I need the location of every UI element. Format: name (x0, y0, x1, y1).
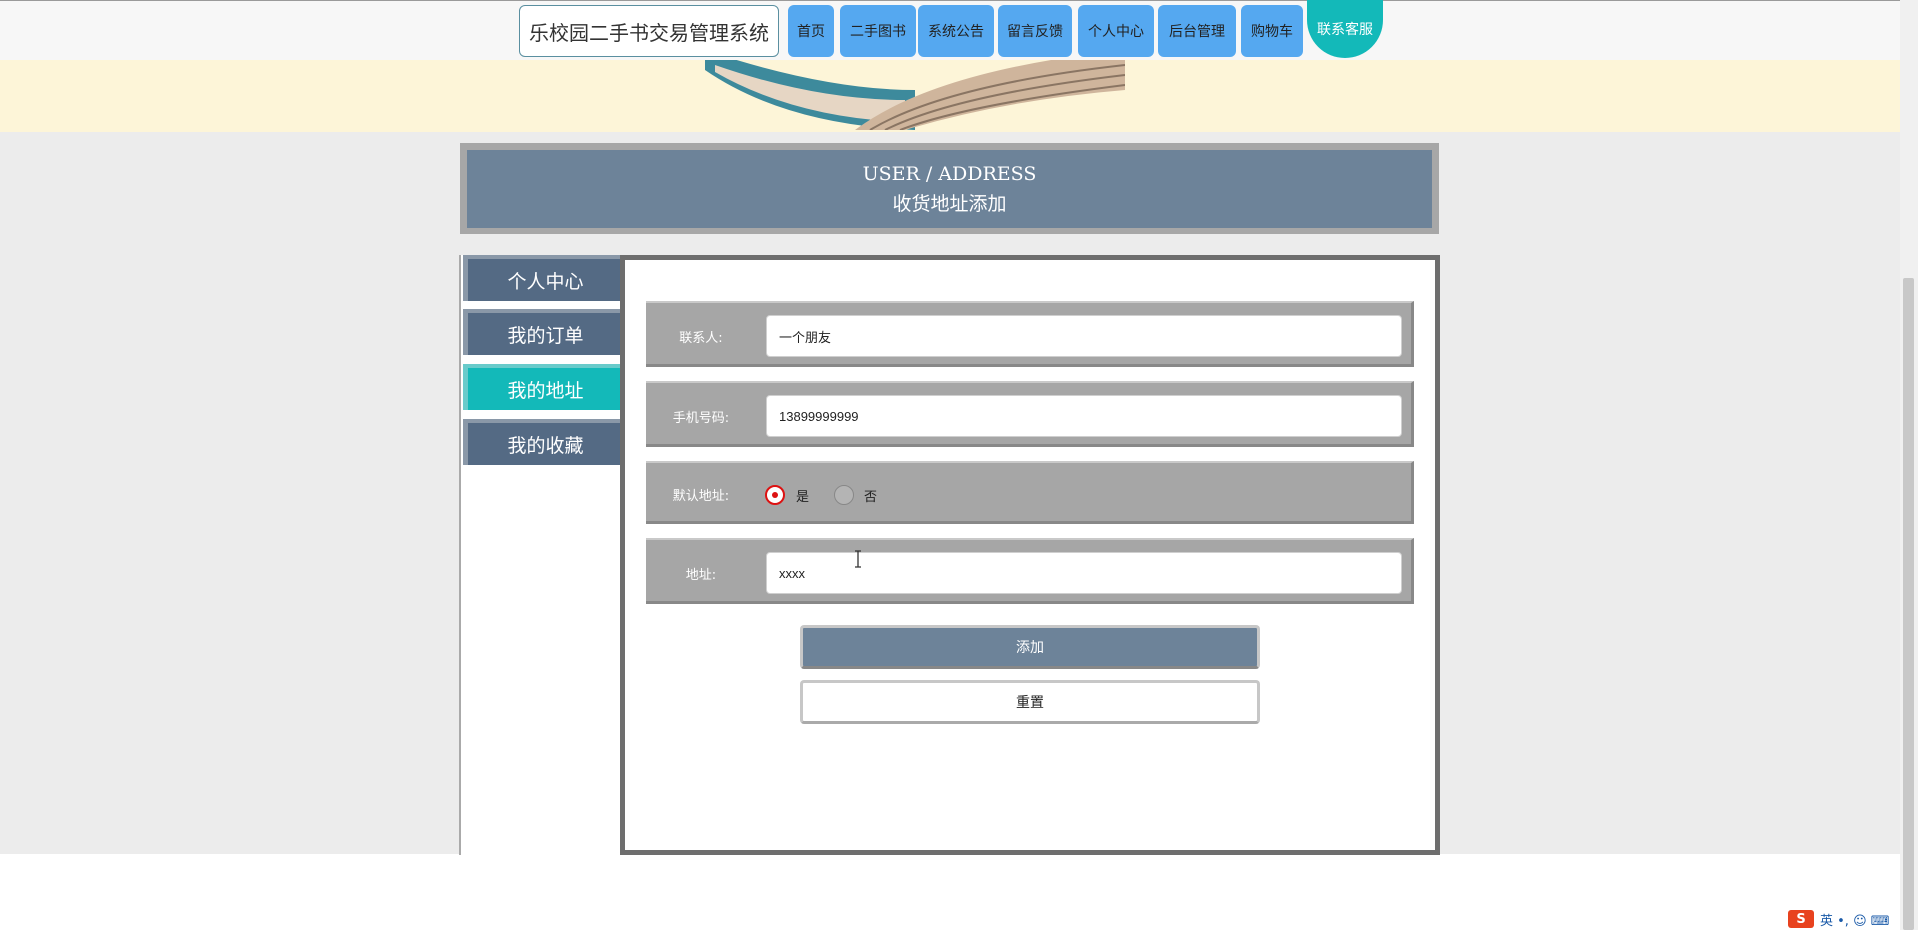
sidebar-item-orders[interactable]: 我的订单 (463, 309, 623, 355)
nav-admin[interactable]: 后台管理 (1158, 5, 1236, 57)
form-row-phone: 手机号码: 13899999999 (646, 381, 1414, 447)
sidebar: 个人中心 我的订单 我的地址 我的收藏 (459, 255, 623, 855)
nav-notice[interactable]: 系统公告 (918, 5, 994, 57)
radio-default-no[interactable] (834, 485, 854, 505)
nav-cart[interactable]: 购物车 (1241, 5, 1303, 57)
site-title: 乐校园二手书交易管理系统 (519, 5, 779, 57)
page-header: USER / ADDRESS 收货地址添加 (460, 143, 1439, 234)
scrollbar-thumb[interactable] (1903, 278, 1914, 930)
radio-yes-label: 是 (796, 490, 810, 505)
default-address-label: 默认地址: (672, 489, 730, 504)
reset-button[interactable]: 重置 (800, 680, 1260, 724)
page-header-en: USER / ADDRESS (862, 162, 1037, 185)
radio-default-yes[interactable] (765, 485, 785, 505)
sidebar-item-profile[interactable]: 个人中心 (463, 255, 623, 301)
contact-label: 联系人: (679, 331, 723, 346)
form-row-address: 地址: xxxx (646, 538, 1414, 604)
phone-input[interactable]: 13899999999 (766, 395, 1402, 437)
contact-input[interactable]: 一个朋友 (766, 315, 1402, 357)
radio-no-label: 否 (864, 490, 878, 505)
system-tray: S 英 •, ☺ ⌨ (1788, 908, 1890, 930)
ime-logo-icon[interactable]: S (1788, 910, 1814, 928)
nav-books[interactable]: 二手图书 (840, 5, 916, 57)
book-illustration (705, 60, 1125, 130)
sidebar-item-address[interactable]: 我的地址 (463, 364, 623, 410)
nav-profile[interactable]: 个人中心 (1078, 5, 1154, 57)
nav-home[interactable]: 首页 (788, 5, 834, 57)
form-row-default: 默认地址: 是 否 (646, 461, 1414, 524)
nav-feedback[interactable]: 留言反馈 (998, 5, 1072, 57)
phone-label: 手机号码: (672, 411, 730, 426)
form-row-contact: 联系人: 一个朋友 (646, 301, 1414, 367)
address-label: 地址: (685, 568, 717, 583)
page-header-cn: 收货地址添加 (892, 192, 1007, 215)
text-cursor-icon (855, 550, 861, 568)
sidebar-item-favorites[interactable]: 我的收藏 (463, 419, 623, 465)
add-button[interactable]: 添加 (800, 625, 1260, 669)
ime-status[interactable]: 英 •, ☺ ⌨ (1820, 910, 1890, 929)
header-banner (0, 60, 1900, 132)
